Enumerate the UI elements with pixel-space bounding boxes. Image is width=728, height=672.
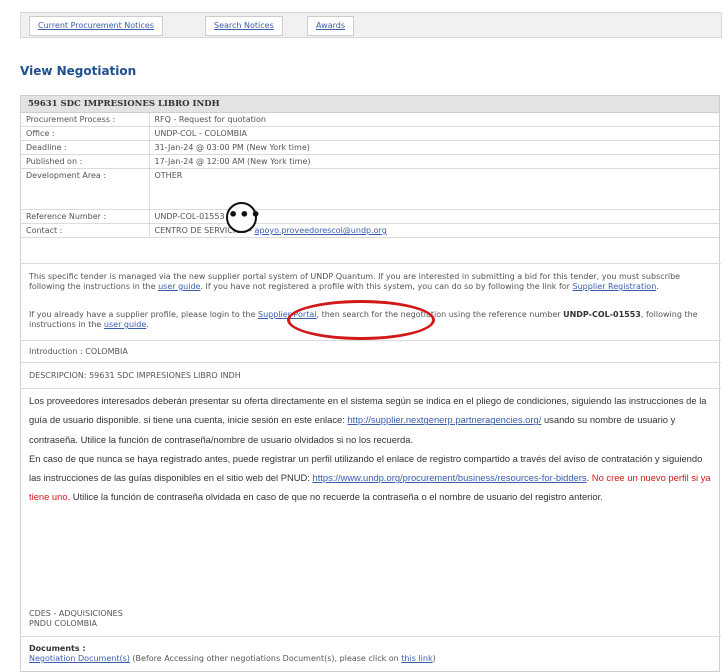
supplier-portal-url-link[interactable]: http://supplier.nextgenerp.partneragenci…: [347, 414, 541, 425]
notice-text: .: [146, 320, 149, 329]
table-row: Published on : 17-Jan-24 @ 12:00 AM (New…: [21, 154, 719, 169]
paragraph-new-registration: En caso de que nunca se haya registrado …: [29, 449, 713, 507]
row-label: Reference Number :: [21, 209, 150, 224]
paragraph-existing-account: Los proveedores interesados deberán pres…: [29, 391, 713, 449]
table-row: Reference Number : UNDP-COL-01553: [21, 209, 719, 224]
page-title: View Negotiation: [20, 64, 137, 78]
negotiation-documents-link[interactable]: Negotiation Document(s): [29, 654, 130, 663]
notice-text: If you already have a supplier profile, …: [29, 310, 258, 319]
paragraph-text: Utilice la función de contraseña olvidad…: [70, 491, 603, 503]
notice-quantum: This specific tender is managed via the …: [21, 272, 721, 292]
table-row: Procurement Process : RFQ - Request for …: [21, 113, 719, 127]
signature-line-1: CDES - ADQUISICIONES: [29, 609, 123, 618]
row-label: Published on :: [21, 154, 150, 169]
divider: [21, 362, 721, 363]
this-link[interactable]: this link: [401, 654, 432, 663]
tab-search-notices[interactable]: Search Notices: [205, 16, 283, 36]
contact-email-link[interactable]: apoyo.proveedorescol@undp.org: [255, 226, 387, 235]
supplier-registration-link[interactable]: Supplier Registration: [573, 282, 657, 291]
signature-line-2: PNDU COLOMBIA: [29, 619, 97, 628]
documents-label: Documents :: [29, 644, 86, 653]
notice-text: .: [656, 282, 659, 291]
row-value: UNDP-COL - COLOMBIA: [149, 126, 719, 141]
table-row: Deadline : 31-Jan-24 @ 03:00 PM (New Yor…: [21, 140, 719, 155]
table-row: Office : UNDP-COL - COLOMBIA: [21, 126, 719, 141]
row-value: 17-Jan-24 @ 12:00 AM (New York time): [149, 154, 719, 169]
introduction: Introduction : COLOMBIA: [29, 347, 128, 356]
description-body: Los proveedores interesados deberán pres…: [21, 391, 721, 507]
divider: [21, 636, 721, 637]
reference-number: UNDP-COL-01553: [563, 310, 641, 319]
tab-bar: Current Procurement Notices Search Notic…: [20, 12, 722, 38]
row-label: Development Area :: [21, 168, 150, 210]
documents-heading: Documents :: [29, 644, 86, 654]
row-label: Office :: [21, 126, 150, 141]
documents-text: ): [432, 654, 436, 663]
negotiation-panel: 59631 SDC IMPRESIONES LIBRO INDH Procure…: [20, 95, 721, 672]
tab-awards[interactable]: Awards: [307, 16, 354, 36]
documents-line: Negotiation Document(s) (Before Accessin…: [29, 654, 436, 664]
row-label: Contact :: [21, 223, 150, 238]
table-row: Contact : CENTRO DE SERVICIOS - apoyo.pr…: [21, 223, 719, 238]
divider: [21, 340, 721, 341]
table-row: Development Area : OTHER: [21, 168, 719, 210]
row-label: Procurement Process :: [21, 113, 150, 127]
negotiation-info-table: Procurement Process : RFQ - Request for …: [21, 113, 719, 238]
undp-procurement-url-link[interactable]: https://www.undp.org/procurement/busines…: [312, 472, 586, 483]
user-guide-link-2[interactable]: user guide: [104, 320, 146, 329]
tab-current-procurement-notices[interactable]: Current Procurement Notices: [29, 16, 163, 36]
row-label: Deadline :: [21, 140, 150, 155]
more-options-icon[interactable]: •••: [226, 202, 261, 233]
descripcion: DESCRIPCION: 59631 SDC IMPRESIONES LIBRO…: [29, 371, 241, 380]
negotiation-header: 59631 SDC IMPRESIONES LIBRO INDH: [21, 96, 719, 113]
highlight-annotation: [287, 300, 435, 340]
divider: [21, 263, 721, 264]
row-value: 31-Jan-24 @ 03:00 PM (New York time): [149, 140, 719, 155]
user-guide-link[interactable]: user guide: [158, 282, 200, 291]
notice-text: . If you have not registered a profile w…: [200, 282, 573, 291]
row-value: RFQ - Request for quotation: [149, 113, 719, 127]
divider: [21, 388, 721, 389]
documents-text: (Before Accessing other negotiations Doc…: [129, 654, 402, 663]
